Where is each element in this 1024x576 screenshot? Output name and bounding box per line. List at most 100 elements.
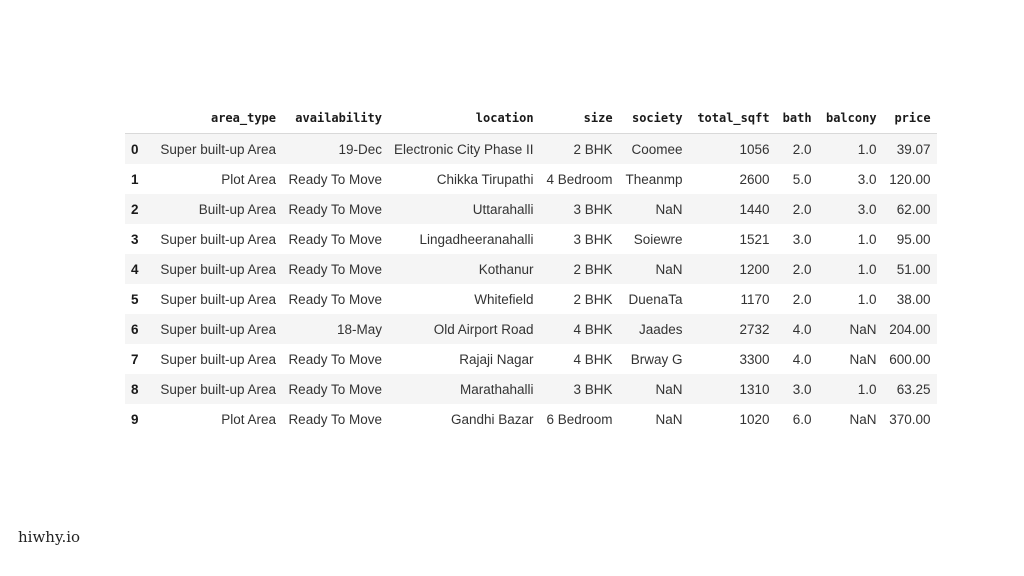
column-header-size: size: [539, 105, 619, 134]
cell-availability: Ready To Move: [288, 291, 382, 307]
cell-balcony: 1.0: [857, 291, 877, 307]
row-index: 5: [131, 291, 139, 307]
cell-size: 2 BHK: [573, 261, 613, 277]
cell-area-type: Plot Area: [221, 171, 276, 187]
column-header-availability: availability: [282, 105, 388, 134]
cell-availability: 18-May: [336, 321, 382, 337]
cell-size: 2 BHK: [573, 291, 613, 307]
column-header-location: location: [388, 105, 540, 134]
table-row: 2 Built-up Area Ready To Move Uttarahalli 3 …: [125, 194, 937, 224]
cell-balcony: NaN: [849, 411, 877, 427]
cell-availability: 19-Dec: [338, 141, 382, 157]
cell-availability: Ready To Move: [288, 201, 382, 217]
row-index: 6: [131, 321, 139, 337]
watermark: hiwhy.io: [18, 528, 81, 546]
cell-society: Soiewre: [633, 231, 683, 247]
cell-total-sqft: 1200: [739, 261, 770, 277]
cell-society: NaN: [655, 201, 683, 217]
cell-bath: 3.0: [792, 381, 812, 397]
cell-bath: 3.0: [792, 231, 812, 247]
cell-area-type: Plot Area: [221, 411, 276, 427]
cell-price: 63.25: [896, 381, 931, 397]
table-row: 3 Super built-up Area Ready To Move Lingadh…: [125, 224, 937, 254]
cell-balcony: 1.0: [857, 261, 877, 277]
column-header-balcony: balcony: [817, 105, 883, 134]
cell-size: 3 BHK: [573, 231, 613, 247]
cell-price: 600.00: [889, 351, 931, 367]
cell-location: Old Airport Road: [433, 321, 534, 337]
table-row: 4 Super built-up Area Ready To Move Kothanu…: [125, 254, 937, 284]
dataframe-output: area_type availability location size soc…: [125, 105, 937, 434]
cell-price: 39.07: [896, 141, 931, 157]
table-header: area_type availability location size soc…: [125, 105, 937, 134]
cell-location: Kothanur: [478, 261, 534, 277]
row-index: 9: [131, 411, 139, 427]
cell-bath: 4.0: [792, 351, 812, 367]
cell-balcony: 1.0: [857, 231, 877, 247]
cell-society: Coomee: [631, 141, 683, 157]
cell-availability: Ready To Move: [288, 231, 382, 247]
cell-total-sqft: 3300: [739, 351, 770, 367]
cell-balcony: 3.0: [857, 171, 877, 187]
cell-location: Gandhi Bazar: [451, 411, 534, 427]
cell-location: Rajaji Nagar: [459, 351, 534, 367]
cell-society: NaN: [655, 411, 683, 427]
cell-total-sqft: 1440: [739, 201, 770, 217]
cell-bath: 5.0: [792, 171, 812, 187]
cell-size: 4 BHK: [573, 351, 613, 367]
cell-area-type: Super built-up Area: [160, 351, 276, 367]
cell-location: Whitefield: [474, 291, 534, 307]
column-header-total-sqft: total_sqft: [688, 105, 776, 134]
cell-bath: 2.0: [792, 291, 812, 307]
cell-size: 3 BHK: [573, 201, 613, 217]
row-index: 8: [131, 381, 139, 397]
cell-society: DuenaTa: [628, 291, 683, 307]
table-row: 7 Super built-up Area Ready To Move Rajaji …: [125, 344, 937, 374]
cell-bath: 4.0: [792, 321, 812, 337]
cell-balcony: 1.0: [857, 141, 877, 157]
dataframe-table: area_type availability location size soc…: [125, 105, 937, 434]
table-row: 0 Super built-up Area 19-Dec Electronic Cit…: [125, 133, 937, 164]
cell-availability: Ready To Move: [288, 381, 382, 397]
cell-price: 51.00: [896, 261, 931, 277]
cell-location: Uttarahalli: [472, 201, 534, 217]
cell-total-sqft: 1020: [739, 411, 770, 427]
cell-total-sqft: 1056: [739, 141, 770, 157]
cell-total-sqft: 2732: [739, 321, 770, 337]
cell-location: Marathahalli: [460, 381, 534, 397]
cell-price: 204.00: [889, 321, 931, 337]
row-index: 0: [131, 141, 139, 157]
cell-area-type: Super built-up Area: [160, 381, 276, 397]
cell-price: 370.00: [889, 411, 931, 427]
cell-size: 6 Bedroom: [546, 411, 613, 427]
cell-location: Electronic City Phase II: [394, 141, 534, 157]
index-header: [125, 105, 153, 134]
table-row: 5 Super built-up Area Ready To Move Whitefi…: [125, 284, 937, 314]
cell-bath: 6.0: [792, 411, 812, 427]
cell-area-type: Super built-up Area: [160, 291, 276, 307]
table-row: 6 Super built-up Area 18-May Old Airport Ro…: [125, 314, 937, 344]
cell-balcony: NaN: [849, 351, 877, 367]
cell-area-type: Super built-up Area: [160, 141, 276, 157]
cell-price: 95.00: [896, 231, 931, 247]
cell-area-type: Super built-up Area: [160, 231, 276, 247]
cell-bath: 2.0: [792, 141, 812, 157]
cell-society: Brway G: [630, 351, 683, 367]
cell-total-sqft: 1310: [739, 381, 770, 397]
cell-society: Theanmp: [625, 171, 683, 187]
cell-size: 2 BHK: [573, 141, 613, 157]
cell-society: NaN: [655, 381, 683, 397]
cell-total-sqft: 1170: [740, 291, 770, 307]
row-index: 4: [131, 261, 139, 277]
cell-balcony: 3.0: [857, 201, 877, 217]
cell-size: 3 BHK: [573, 381, 613, 397]
cell-total-sqft: 1521: [739, 231, 770, 247]
column-header-area-type: area_type: [153, 105, 282, 134]
row-index: 3: [131, 231, 139, 247]
cell-availability: Ready To Move: [288, 261, 382, 277]
cell-price: 62.00: [896, 201, 931, 217]
cell-area-type: Super built-up Area: [160, 261, 276, 277]
cell-society: Jaades: [639, 321, 683, 337]
cell-bath: 2.0: [792, 201, 812, 217]
row-index: 7: [131, 351, 139, 367]
